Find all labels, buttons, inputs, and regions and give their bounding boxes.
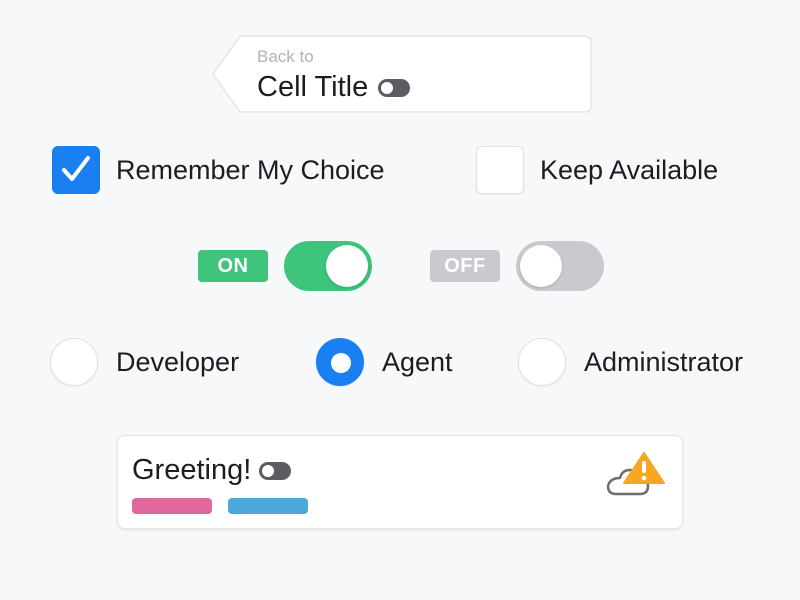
toggle-switch-on[interactable]: [284, 241, 372, 291]
toggle-icon: [259, 461, 292, 480]
radio-label: Agent: [382, 346, 453, 377]
radio-label: Administrator: [584, 346, 744, 377]
checkbox-keep-available[interactable]: Keep Available: [476, 146, 718, 194]
greeting-card[interactable]: Greeting!: [117, 435, 683, 529]
checkbox-remember-my-choice[interactable]: Remember My Choice: [52, 146, 385, 194]
radio-administrator[interactable]: Administrator: [518, 338, 743, 386]
switch-knob: [520, 245, 562, 287]
checkbox-label: Remember My Choice: [116, 154, 385, 185]
radio-agent[interactable]: Agent: [316, 338, 453, 386]
cloud-warning-icon: [606, 452, 665, 496]
card-title: Greeting!: [132, 454, 252, 486]
toggle-off-group: OFF: [430, 241, 604, 291]
switch-knob: [326, 245, 368, 287]
back-subtitle: Back to: [257, 47, 314, 66]
checkmark-icon: [62, 156, 90, 181]
page: Back to Cell Title Remember My Choice Ke…: [0, 0, 800, 600]
radio-button[interactable]: [50, 338, 98, 386]
on-tag: ON: [198, 250, 268, 282]
back-title-row: Cell Title: [257, 71, 411, 104]
checkbox-checked[interactable]: [52, 146, 100, 194]
tag-pill-pink: [132, 498, 212, 514]
radio-developer[interactable]: Developer: [50, 338, 239, 386]
checkbox-label: Keep Available: [540, 154, 719, 185]
back-title: Cell Title: [257, 71, 369, 103]
radio-label: Developer: [116, 346, 240, 377]
toggle-on-group: ON: [198, 241, 372, 291]
radio-button-selected[interactable]: [316, 338, 364, 386]
card-title-row: Greeting!: [132, 454, 292, 487]
off-tag: OFF: [430, 250, 500, 282]
toggle-switch-off[interactable]: [516, 241, 604, 291]
radio-button[interactable]: [518, 338, 566, 386]
back-button[interactable]: Back to Cell Title: [212, 35, 592, 113]
toggle-icon: [378, 78, 411, 97]
tag-pill-blue: [228, 498, 308, 514]
checkbox-unchecked[interactable]: [476, 146, 524, 194]
